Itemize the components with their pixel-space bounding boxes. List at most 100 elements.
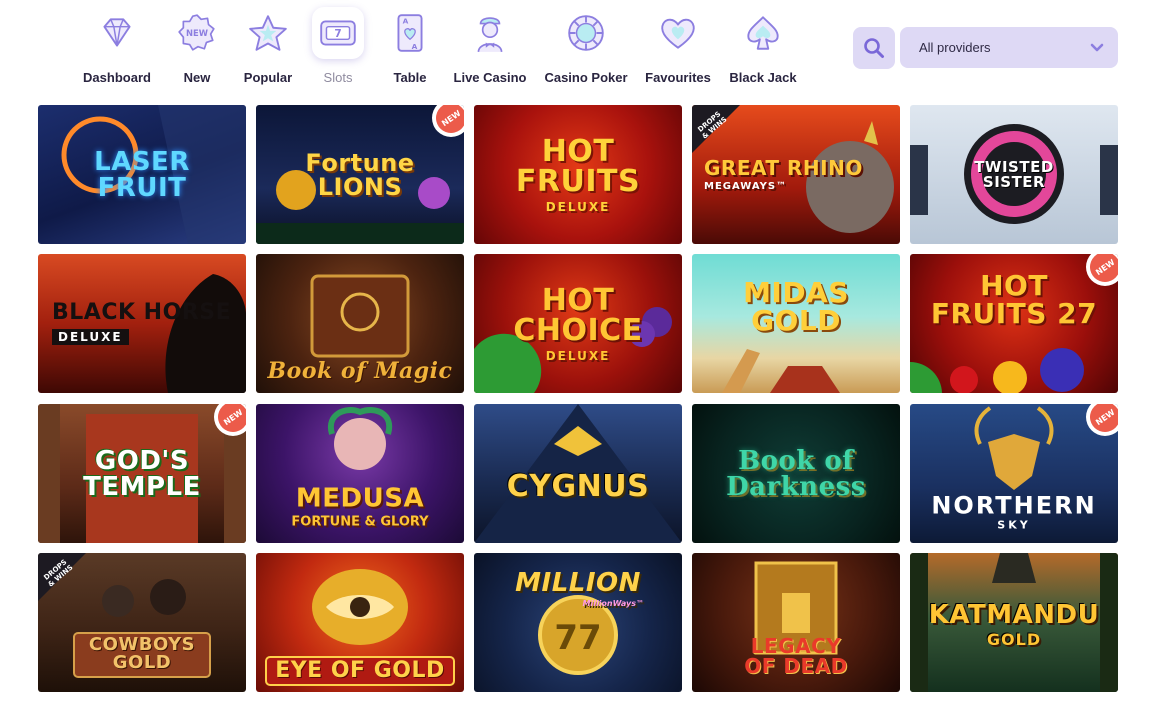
spade-icon [737,7,789,59]
nav-item-popular[interactable]: Popular [240,0,296,96]
game-title-text: CYGNUS [506,469,650,505]
game-title-text: EYE OF GOLD [275,658,445,684]
game-subtitle-text: DELUXE [545,199,611,214]
game-tile-cygnus[interactable]: CYGNUS [474,404,682,543]
game-title-text: COWBOYS GOLD [88,634,196,674]
nav-item-black-jack[interactable]: Black Jack [728,0,798,96]
nav-item-table[interactable]: AA Table [384,0,436,96]
chevron-down-icon [1090,43,1104,51]
nav-label-casino-poker: Casino Poker [544,70,628,85]
nav-label-popular: Popular [243,70,293,85]
game-tile-twisted-sister[interactable]: TWISTED SISTER [910,105,1118,244]
game-tile-hot-choice[interactable]: HOT CHOICE DELUXE [474,254,682,393]
svg-text:77: 77 [554,618,601,658]
game-tile-million[interactable]: 77 MILLION MillionWays™ [474,553,682,692]
game-title: BLACK HORSE DELUXE [38,299,246,346]
game-title: TWISTED SISTER [910,157,1118,191]
game-tile-hot-fruits[interactable]: HOT FRUITS DELUXE [474,105,682,244]
nav-item-slots[interactable]: 7 Slots [312,0,364,96]
game-title: MILLION MillionWays™ [474,570,682,608]
game-tile-cowboys-gold[interactable]: COWBOYS GOLD DROPS & WINS [38,553,246,692]
category-nav: Dashboard NEW New Popular 7 Slots AA Tab… [0,0,1154,100]
heart-icon [652,7,704,59]
game-subtitle-text: FORTUNE & GLORY [291,514,429,530]
game-subtitle-text: DELUXE [545,348,611,363]
game-title-text: MEDUSA [295,483,425,514]
game-tile-northern-sky[interactable]: NORTHERN SKY NEW [910,404,1118,543]
game-grid: LASER FRUIT Fortune LIONS NEW HOT FRUITS… [38,105,1118,692]
game-subtitle-text: MillionWays™ [582,599,644,609]
game-title: GREAT RHINO MEGAWAYS™ [692,158,900,192]
nav-item-favourites[interactable]: Favourites [644,0,712,96]
game-title-text: MIDAS GOLD [743,275,849,337]
game-title: Fortune LIONS [256,151,464,199]
provider-dropdown[interactable]: All providers [900,27,1118,68]
nav-label-dashboard: Dashboard [83,70,151,85]
game-tile-katmandu-gold[interactable]: KATMANDU GOLD [910,553,1118,692]
game-title: HOT FRUITS DELUXE [474,133,682,214]
game-title: GOD'S TEMPLE [38,448,246,500]
game-tile-great-rhino[interactable]: GREAT RHINO MEGAWAYS™ DROPS & WINS [692,105,900,244]
game-title: LEGACY OF DEAD [692,636,900,676]
game-title-text: MILLION [515,568,641,599]
nav-item-live-casino[interactable]: Live Casino [452,0,528,96]
game-title-text: BLACK HORSE [52,299,232,325]
game-title: MEDUSA FORTUNE & GLORY [256,485,464,528]
game-title-text: Book of Magic [267,357,453,384]
nav-label-slots: Slots [323,70,353,85]
game-subtitle-text: DELUXE [52,328,129,345]
game-title-text: HOT FRUITS [515,133,641,199]
game-title-text: GREAT RHINO [704,155,863,180]
game-title-text: GOD'S TEMPLE [83,445,201,502]
playing-card-icon: AA [384,7,436,59]
nav-item-new[interactable]: NEW New [172,0,222,96]
nav-label-new: New [183,70,211,85]
nav-label-black-jack: Black Jack [729,70,797,85]
game-title: CYGNUS [474,472,682,502]
nav-label-favourites: Favourites [645,70,711,85]
game-tile-book-of-darkness[interactable]: Book of Darkness [692,404,900,543]
game-tile-legacy-of-dead[interactable]: LEGACY OF DEAD [692,553,900,692]
svg-text:7: 7 [334,28,341,40]
search-button[interactable] [853,27,895,69]
provider-dropdown-value: All providers [919,40,991,55]
game-tile-hot-fruits-27[interactable]: HOT FRUITS 27 NEW [910,254,1118,393]
game-tile-midas-gold[interactable]: MIDAS GOLD [692,254,900,393]
game-title: LASER FRUIT [38,149,246,201]
game-title-text: HOT FRUITS 27 [930,268,1098,330]
svg-text:A: A [403,17,409,26]
game-title-text: LEGACY OF DEAD [744,633,848,678]
game-title: HOT FRUITS 27 [910,268,1118,330]
game-subtitle-text: SKY [997,518,1031,532]
diamond-icon [91,7,143,59]
game-title-text: LASER FRUIT [94,146,190,203]
slot-machine-icon: 7 [312,7,364,59]
game-tile-black-horse[interactable]: BLACK HORSE DELUXE [38,254,246,393]
game-title: KATMANDU GOLD [910,602,1118,648]
poker-chip-icon [560,7,612,59]
game-title: MIDAS GOLD [692,275,900,337]
game-title: Book of Darkness [692,448,900,500]
nav-item-dashboard[interactable]: Dashboard [82,0,152,96]
nav-label-live-casino: Live Casino [453,70,527,85]
game-title: COWBOYS GOLD [38,636,246,672]
game-tile-laser-fruit[interactable]: LASER FRUIT [38,105,246,244]
game-subtitle-text: MEGAWAYS™ [704,180,788,192]
nav-item-casino-poker[interactable]: Casino Poker [544,0,628,96]
star-icon [242,7,294,59]
game-title-text: NORTHERN [931,491,1097,520]
game-title: EYE OF GOLD [256,660,464,682]
svg-text:NEW: NEW [186,28,208,38]
game-title-text: KATMANDU [928,600,1100,631]
game-title-text: TWISTED SISTER [974,157,1054,191]
game-tile-fortune-lions[interactable]: Fortune LIONS NEW [256,105,464,244]
game-tile-medusa[interactable]: MEDUSA FORTUNE & GLORY [256,404,464,543]
game-subtitle-text: GOLD [986,630,1042,650]
game-tile-book-of-magic[interactable]: Book of Magic [256,254,464,393]
svg-text:A: A [412,42,418,51]
game-tile-gods-temple[interactable]: GOD'S TEMPLE NEW [38,404,246,543]
game-title: NORTHERN SKY [910,494,1118,531]
game-title: HOT CHOICE DELUXE [474,285,682,363]
game-title-text: Book of Darkness [726,445,866,502]
game-tile-eye-of-gold[interactable]: EYE OF GOLD [256,553,464,692]
